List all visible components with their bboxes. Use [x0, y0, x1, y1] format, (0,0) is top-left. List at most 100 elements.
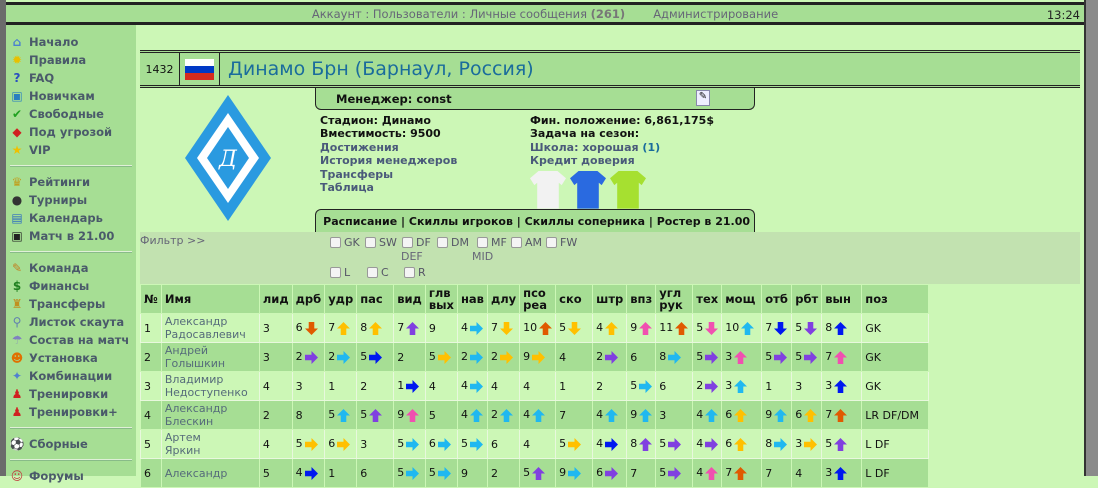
column-header[interactable]: ско — [555, 284, 594, 314]
filter-checkbox-am[interactable]: AM — [511, 236, 542, 249]
messages-link[interactable]: Личные сообщения — [469, 7, 587, 21]
sidebar-item[interactable]: ▤ Календарь — [6, 209, 136, 227]
column-header[interactable]: мощ — [721, 284, 763, 314]
admin-link[interactable]: Администрирование — [653, 7, 778, 21]
column-header[interactable]: нав — [456, 284, 488, 314]
account-link[interactable]: Аккаунт — [312, 7, 362, 21]
sidebar-item[interactable]: ? FAQ — [6, 69, 136, 87]
warning-icon: ◆ — [12, 125, 22, 139]
column-header[interactable]: Имя — [160, 284, 260, 314]
column-header[interactable]: угл рук — [655, 284, 694, 314]
tab-player-skills[interactable]: Скиллы игроков — [409, 215, 513, 228]
column-header[interactable]: № — [140, 284, 162, 314]
edit-icon[interactable]: ✎ — [696, 90, 710, 106]
column-header[interactable]: лид — [258, 284, 293, 314]
skill-value: 7 — [821, 400, 863, 430]
sidebar-item[interactable]: ⚽ Сборные — [6, 435, 136, 453]
filter-checkbox-sw[interactable]: SW — [365, 236, 397, 249]
column-header[interactable]: впз — [626, 284, 657, 314]
column-header[interactable]: штр — [592, 284, 628, 314]
filter-checkbox-fw[interactable]: FW — [546, 236, 577, 249]
sidebar-item[interactable]: ✦ Комбинации — [6, 367, 136, 385]
filter-panel: Фильтр >> DEF MID GK SW DF DM MF AM FW L C R — [140, 232, 1080, 284]
help-icon: ? — [13, 71, 21, 85]
sidebar-item[interactable]: ☂ Состав на матч — [6, 331, 136, 349]
separator: : — [365, 6, 370, 21]
column-header[interactable]: пас — [356, 284, 395, 314]
sidebar-item[interactable]: ◆ Под угрозой — [6, 123, 136, 141]
sidebar-item[interactable]: ⌂ Начало — [6, 33, 136, 51]
sidebar-item[interactable]: ▣ Матч в 21.00 — [6, 227, 136, 245]
column-header[interactable]: длу — [486, 284, 521, 314]
skill-value: 2 — [356, 371, 395, 401]
column-header[interactable]: псо реа — [519, 284, 557, 314]
player-name-link[interactable]: Александр — [160, 458, 260, 488]
sidebar-item[interactable]: ● Турниры — [6, 191, 136, 209]
column-header[interactable]: тех — [692, 284, 723, 314]
skill-value: 5 — [424, 400, 458, 430]
filter-checkbox-gk[interactable]: GK — [330, 236, 360, 249]
sidebar-item[interactable]: ✎ Команда — [6, 259, 136, 277]
table-link[interactable]: Таблица — [320, 181, 457, 194]
skill-value: 6 — [655, 371, 694, 401]
sidebar-item[interactable]: ♛ Рейтинги — [6, 173, 136, 191]
newbie-icon: ▣ — [11, 89, 23, 103]
sidebar-item[interactable]: ▣ Новичкам — [6, 87, 136, 105]
column-header[interactable]: рбт — [791, 284, 823, 314]
credit-link[interactable]: Кредит доверия — [530, 154, 714, 167]
transfers-link[interactable]: Трансферы — [320, 168, 457, 181]
sidebar-item[interactable]: ★ VIP — [6, 141, 136, 159]
filter-checkbox-df[interactable]: DF — [402, 236, 431, 249]
player-position: GK — [861, 371, 930, 401]
scrollbar-area[interactable] — [1084, 0, 1098, 476]
sidebar-item[interactable]: ♟ Тренировки+ — [6, 403, 136, 421]
sidebar-item[interactable]: ⚲ Листок скаута — [6, 313, 136, 331]
filter-checkbox-side-c[interactable]: C — [367, 266, 389, 279]
skill-value: 5 — [393, 458, 426, 488]
school-link[interactable]: Школа: хорошая (1) — [530, 141, 714, 154]
sidebar-item[interactable]: ✹ Правила — [6, 51, 136, 69]
tab-roster[interactable]: Ростер в 21.00 — [657, 215, 750, 228]
filter-toggle[interactable]: Фильтр >> — [140, 234, 205, 247]
tab-opponent-skills[interactable]: Скиллы соперника — [525, 215, 645, 228]
filter-checkbox-side-l[interactable]: L — [330, 266, 350, 279]
player-name-link[interactable]: Владимир Недоступенко — [160, 371, 260, 401]
trend-arrow-icon — [369, 350, 383, 364]
sidebar-item[interactable]: ♜ Трансферы — [6, 295, 136, 313]
player-name-link[interactable]: Александр Радосавлевич — [160, 313, 260, 343]
column-header[interactable]: дрб — [291, 284, 326, 314]
fifa-icon: ⚽ — [9, 437, 25, 451]
player-name-link[interactable]: Андрей Голышкин — [160, 342, 260, 372]
trend-arrow-icon — [639, 321, 653, 335]
column-header[interactable]: удр — [324, 284, 358, 314]
trend-arrow-icon — [705, 437, 719, 451]
russia-flag-icon — [180, 53, 220, 85]
tab-schedule[interactable]: Расписание — [323, 215, 397, 228]
column-header[interactable]: отб — [761, 284, 793, 314]
sidebar-item[interactable]: ♟ Тренировки — [6, 385, 136, 403]
achievements-link[interactable]: Достижения — [320, 141, 457, 154]
filter-checkbox-mf[interactable]: MF — [477, 236, 507, 249]
users-link[interactable]: Пользователи — [373, 7, 458, 21]
column-header[interactable]: вид — [393, 284, 426, 314]
player-number: 3 — [140, 371, 162, 401]
table-row: 3 Владимир Недоступенко 4 3 1 2 1 4 4 4 4 1 2 5 6 2 3 1 3 3 G… — [140, 371, 930, 401]
sidebar-item[interactable]: ✔ Свободные — [6, 105, 136, 123]
manager-name[interactable]: const — [416, 92, 451, 106]
player-name-link[interactable]: Александр Блескин — [160, 400, 260, 430]
sidebar-item[interactable]: $ Финансы — [6, 277, 136, 295]
filter-checkbox-dm[interactable]: DM — [437, 236, 469, 249]
column-header[interactable]: глв вых — [424, 284, 458, 314]
player-name-link[interactable]: Артем Яркин — [160, 429, 260, 459]
column-header[interactable]: вын — [821, 284, 863, 314]
filter-checkbox-side-r[interactable]: R — [404, 266, 426, 279]
manager-history-link[interactable]: История менеджеров — [320, 154, 457, 167]
sidebar-item[interactable]: ☺ Форумы — [6, 467, 136, 485]
trend-arrow-icon — [639, 379, 653, 393]
skill-value: 4 — [555, 342, 594, 372]
column-header[interactable]: поз — [861, 284, 930, 314]
trend-arrow-icon — [337, 350, 351, 364]
skill-value: 5 — [791, 313, 823, 343]
sidebar-item[interactable]: ☻ Установка — [6, 349, 136, 367]
team-logo: Д — [185, 95, 271, 221]
